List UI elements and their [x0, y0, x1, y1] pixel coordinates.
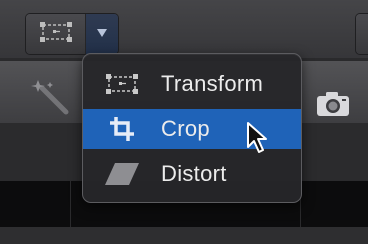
menu-item-label: Transform [161, 71, 264, 96]
distort-icon [103, 159, 141, 189]
menu-item-transform[interactable]: Transform [83, 64, 301, 104]
triangle-down-icon [96, 25, 108, 43]
transform-tool-button[interactable] [26, 14, 87, 54]
camera-icon[interactable] [313, 88, 353, 120]
timeline-footer [0, 227, 368, 244]
crop-icon [103, 114, 141, 144]
transform-icon [103, 69, 141, 99]
menu-item-label: Distort [161, 161, 227, 186]
timeline-divider [70, 181, 71, 227]
menu-item-distort[interactable]: Distort [83, 154, 301, 194]
mouse-pointer-icon [246, 121, 272, 155]
toolbar-control[interactable] [356, 14, 368, 54]
transform-tool-group [26, 14, 118, 54]
transform-icon [38, 20, 74, 49]
magic-wand-icon[interactable] [28, 78, 76, 118]
menu-item-label: Crop [161, 116, 210, 141]
transform-menu-dropdown-button[interactable] [86, 14, 118, 54]
